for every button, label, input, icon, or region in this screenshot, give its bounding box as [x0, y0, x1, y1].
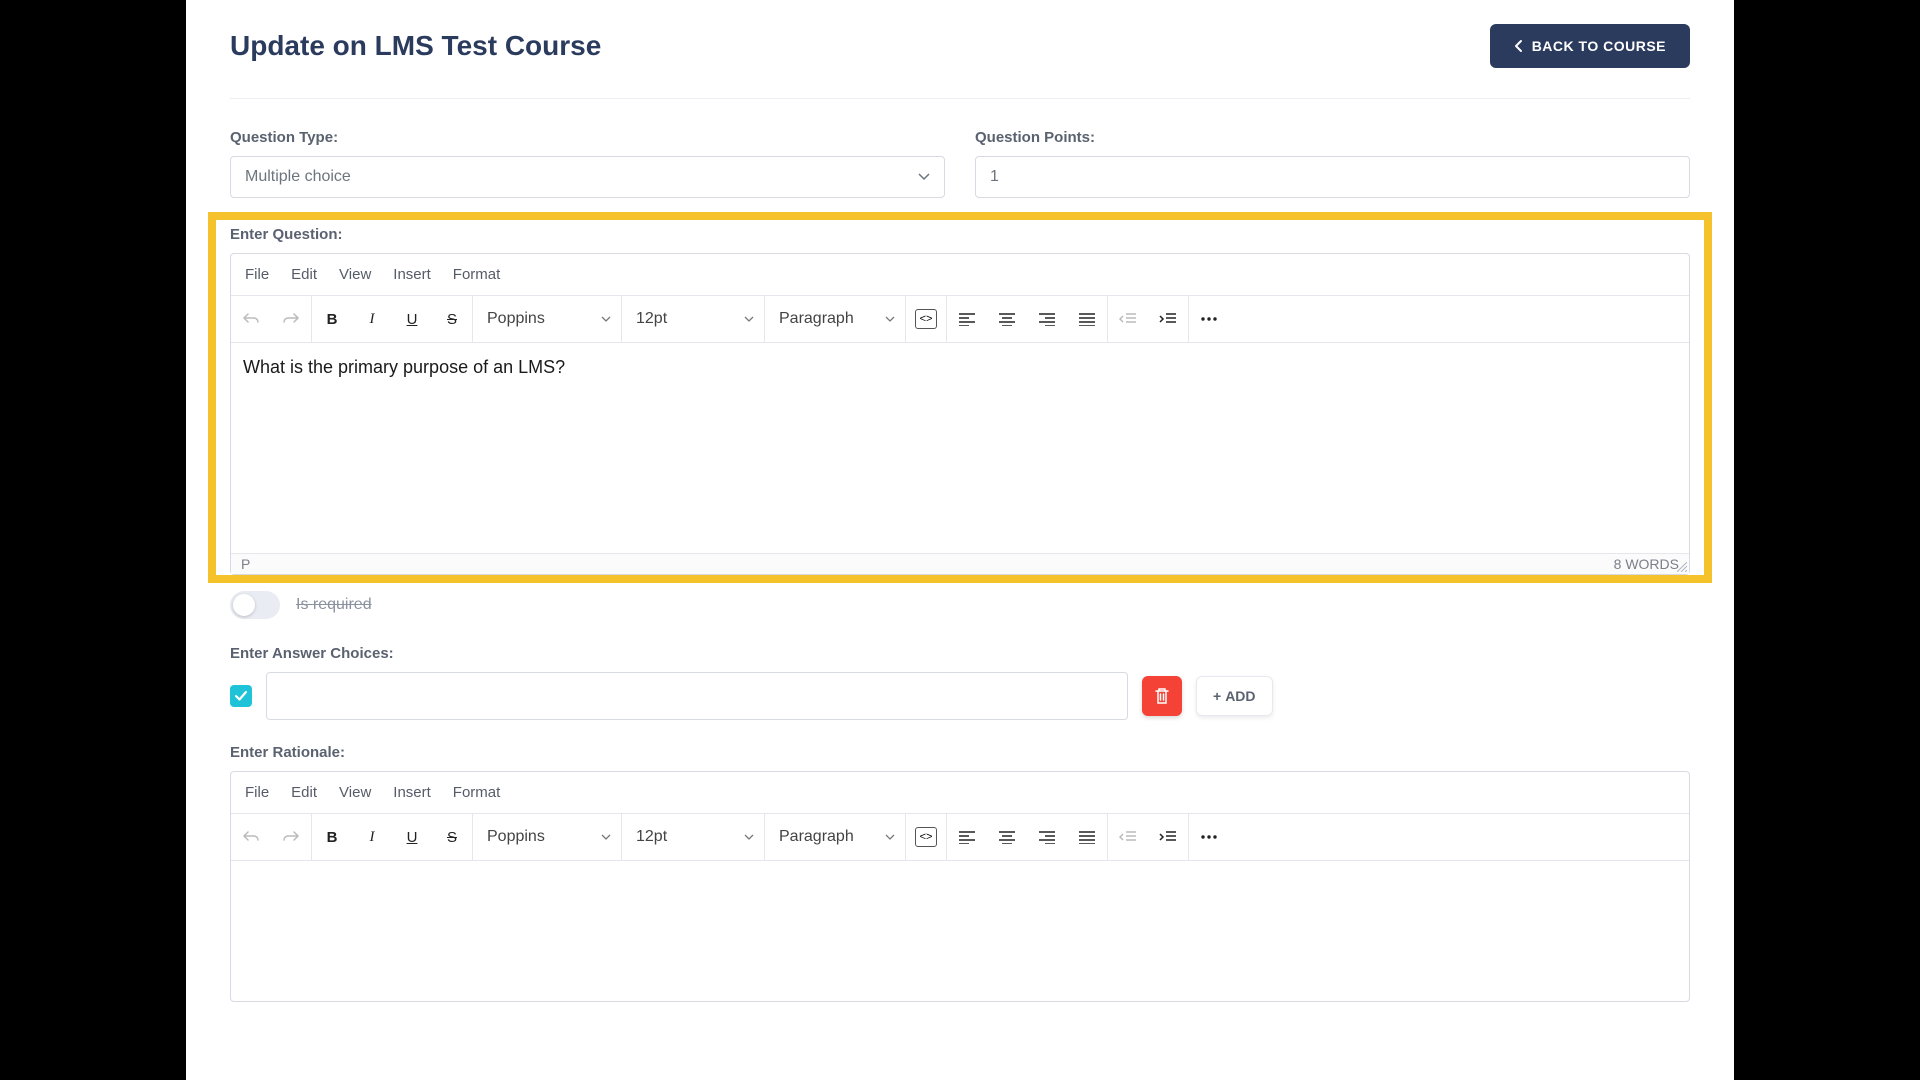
block-format-select[interactable]: Paragraph — [765, 814, 905, 860]
status-path: P — [241, 556, 250, 572]
menu-file[interactable]: File — [245, 784, 269, 801]
align-left-button[interactable] — [947, 296, 987, 342]
bold-button[interactable]: B — [312, 814, 352, 860]
align-center-button[interactable] — [987, 814, 1027, 860]
back-to-course-button[interactable]: BACK TO COURSE — [1490, 24, 1690, 68]
question-type-label: Question Type: — [230, 129, 945, 146]
block-format-select[interactable]: Paragraph — [765, 296, 905, 342]
menu-file[interactable]: File — [245, 266, 269, 283]
align-center-button[interactable] — [987, 296, 1027, 342]
strikethrough-button[interactable]: S — [432, 296, 472, 342]
question-editor-body[interactable]: What is the primary purpose of an LMS? — [231, 343, 1689, 553]
rationale-label: Enter Rationale: — [230, 744, 1690, 761]
align-justify-button[interactable] — [1067, 296, 1107, 342]
redo-button[interactable] — [271, 814, 311, 860]
question-text: What is the primary purpose of an LMS? — [243, 357, 565, 377]
rationale-toolbar: B I U S Poppins 12pt — [231, 814, 1689, 861]
word-count: 8 WORDS — [1614, 556, 1679, 572]
undo-button[interactable] — [231, 296, 271, 342]
outdent-button[interactable] — [1108, 296, 1148, 342]
indent-button[interactable] — [1148, 814, 1188, 860]
rationale-editor-body[interactable] — [231, 861, 1689, 1001]
editor-statusbar: P 8 WORDS — [231, 553, 1689, 574]
font-family-select[interactable]: Poppins — [473, 814, 621, 860]
highlighted-region: Enter Question: File Edit View Insert Fo… — [208, 212, 1712, 583]
question-type-select[interactable]: Multiple choice — [230, 156, 945, 198]
editor-toolbar: B I U S Poppins 12pt — [231, 296, 1689, 343]
font-family-select[interactable]: Poppins — [473, 296, 621, 342]
enter-question-label: Enter Question: — [230, 226, 1690, 243]
answer-choices-label: Enter Answer Choices: — [230, 645, 1690, 662]
add-answer-button[interactable]: + ADD — [1196, 676, 1273, 716]
underline-button[interactable]: U — [392, 814, 432, 860]
more-button[interactable] — [1189, 814, 1229, 860]
menu-edit[interactable]: Edit — [291, 266, 317, 283]
code-button[interactable]: <> — [906, 814, 946, 860]
rationale-editor: File Edit View Insert Format B I U S — [230, 771, 1690, 1002]
menu-format[interactable]: Format — [453, 784, 501, 801]
resize-handle-icon[interactable] — [1677, 562, 1687, 572]
align-left-button[interactable] — [947, 814, 987, 860]
menu-insert[interactable]: Insert — [393, 266, 431, 283]
code-button[interactable]: <> — [906, 296, 946, 342]
align-right-button[interactable] — [1027, 296, 1067, 342]
question-points-value: 1 — [990, 168, 999, 186]
answer-choice-input[interactable] — [266, 672, 1128, 720]
question-points-label: Question Points: — [975, 129, 1690, 146]
bold-button[interactable]: B — [312, 296, 352, 342]
chevron-left-icon — [1514, 39, 1524, 53]
italic-button[interactable]: I — [352, 296, 392, 342]
question-type-value: Multiple choice — [245, 168, 351, 186]
font-size-select[interactable]: 12pt — [622, 814, 764, 860]
indent-button[interactable] — [1148, 296, 1188, 342]
menu-view[interactable]: View — [339, 266, 371, 283]
italic-button[interactable]: I — [352, 814, 392, 860]
back-button-label: BACK TO COURSE — [1532, 38, 1666, 54]
delete-answer-button[interactable] — [1142, 676, 1182, 716]
font-size-select[interactable]: 12pt — [622, 296, 764, 342]
redo-button[interactable] — [271, 296, 311, 342]
menu-edit[interactable]: Edit — [291, 784, 317, 801]
editor-menubar: File Edit View Insert Format — [231, 254, 1689, 296]
menu-view[interactable]: View — [339, 784, 371, 801]
chevron-down-icon — [918, 173, 930, 181]
answer-correct-checkbox[interactable] — [230, 685, 252, 707]
add-button-label: ADD — [1225, 688, 1255, 704]
menu-format[interactable]: Format — [453, 266, 501, 283]
undo-button[interactable] — [231, 814, 271, 860]
plus-icon: + — [1213, 688, 1221, 704]
rationale-menubar: File Edit View Insert Format — [231, 772, 1689, 814]
question-editor: File Edit View Insert Format B I U — [230, 253, 1690, 575]
more-button[interactable] — [1189, 296, 1229, 342]
align-right-button[interactable] — [1027, 814, 1067, 860]
menu-insert[interactable]: Insert — [393, 784, 431, 801]
page-title: Update on LMS Test Course — [230, 30, 601, 62]
align-justify-button[interactable] — [1067, 814, 1107, 860]
strikethrough-button[interactable]: S — [432, 814, 472, 860]
is-required-label: Is required — [296, 596, 372, 614]
underline-button[interactable]: U — [392, 296, 432, 342]
question-points-input[interactable]: 1 — [975, 156, 1690, 198]
outdent-button[interactable] — [1108, 814, 1148, 860]
is-required-toggle[interactable] — [230, 591, 280, 619]
